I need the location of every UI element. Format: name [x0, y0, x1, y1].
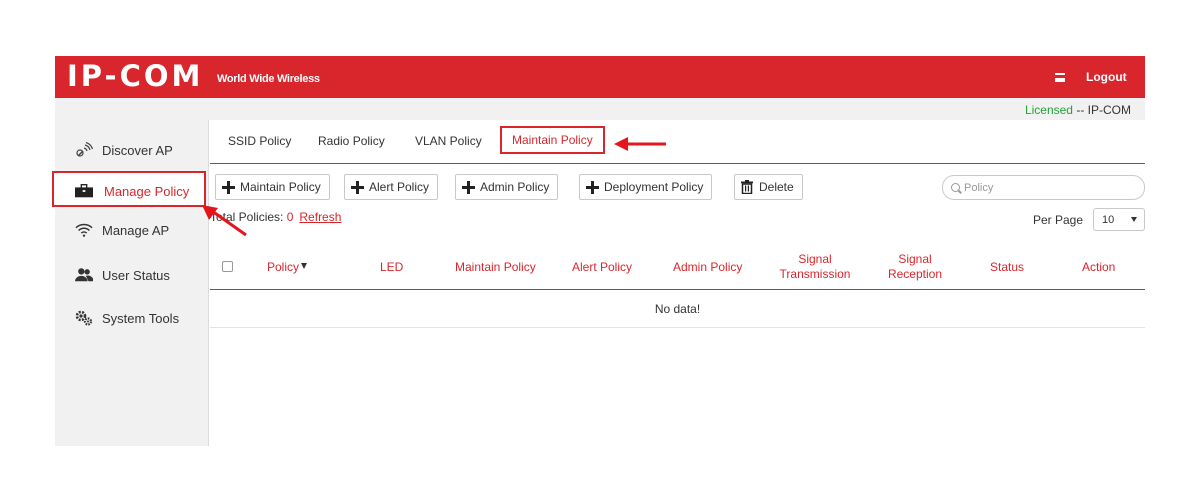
button-label: Deployment Policy — [604, 180, 704, 194]
logout-link[interactable]: Logout — [1086, 70, 1127, 84]
column-header-signal-reception: Signal Reception — [887, 252, 943, 281]
license-info: Licensed -- IP-COM — [1025, 103, 1131, 117]
add-deployment-policy-button[interactable]: Deployment Policy — [579, 174, 713, 200]
annotation-arrow-sidebar — [202, 205, 247, 237]
tab-ssid-policy[interactable]: SSID Policy — [228, 134, 291, 148]
column-header-action: Action — [1082, 260, 1116, 274]
search-input[interactable] — [964, 181, 1124, 194]
briefcase-icon — [75, 183, 93, 199]
sort-down-icon — [301, 263, 308, 269]
gears-icon — [75, 310, 93, 326]
sidebar-item-manage-ap[interactable]: Manage AP — [55, 212, 209, 248]
column-header-admin-policy: Admin Policy — [673, 260, 743, 274]
plus-icon — [462, 180, 475, 194]
tab-vlan-policy[interactable]: VLAN Policy — [415, 134, 482, 148]
annotation-arrow-tab — [614, 137, 666, 151]
brand-logo: IP-COM — [67, 59, 204, 93]
select-all-checkbox[interactable] — [222, 261, 233, 272]
column-header-signal-transmission: Signal Transmission — [779, 252, 851, 281]
per-page-control: Per Page 10 — [1033, 208, 1145, 231]
no-data-text: No data! — [654, 302, 701, 316]
main-panel: SSID Policy Radio Policy VLAN Policy Mai… — [210, 120, 1145, 446]
sidebar-item-manage-policy[interactable]: Manage Policy — [52, 171, 206, 207]
delete-button[interactable]: Delete — [734, 174, 803, 200]
column-header-alert-policy: Alert Policy — [572, 260, 633, 274]
per-page-select[interactable]: 10 — [1093, 208, 1145, 231]
app-window: IP-COM World Wide Wireless Logout Licens… — [52, 56, 1145, 446]
wifi-icon — [75, 222, 93, 238]
chevron-down-icon — [1131, 217, 1137, 222]
per-page-label: Per Page — [1032, 212, 1083, 227]
button-label: Delete — [759, 180, 794, 194]
search-icon — [951, 183, 960, 192]
top-header: IP-COM World Wide Wireless Logout — [55, 56, 1145, 98]
license-vendor: IP-COM — [1087, 103, 1131, 117]
toolbar: Maintain Policy Alert Policy Admin Polic… — [210, 174, 1145, 200]
tab-radio-policy[interactable]: Radio Policy — [318, 134, 385, 148]
brand-slogan: World Wide Wireless — [217, 73, 320, 85]
sidebar-item-label: System Tools — [102, 311, 180, 326]
button-label: Alert Policy — [369, 180, 430, 194]
sidebar-item-system-tools[interactable]: System Tools — [55, 300, 209, 336]
column-header-led: LED — [380, 260, 404, 274]
total-policies-count: 0 — [286, 210, 294, 224]
sidebar-item-label: User Status — [102, 268, 170, 283]
sidebar-item-label: Discover AP — [102, 143, 173, 158]
plus-icon — [586, 180, 599, 194]
sidebar-item-discover-ap[interactable]: Discover AP — [55, 132, 209, 168]
column-header-policy[interactable]: Policy — [267, 260, 308, 275]
add-alert-policy-button[interactable]: Alert Policy — [344, 174, 439, 200]
menu-icon[interactable] — [1055, 73, 1065, 82]
sidebar-item-label: Manage Policy — [104, 184, 190, 199]
sidebar-item-user-status[interactable]: User Status — [55, 257, 209, 293]
license-separator: -- — [1072, 103, 1088, 117]
refresh-link[interactable]: Refresh — [299, 210, 341, 224]
discover-ap-icon — [75, 142, 93, 158]
license-status: Licensed — [1024, 103, 1073, 117]
column-header-status: Status — [990, 260, 1025, 274]
add-admin-policy-button[interactable]: Admin Policy — [455, 174, 559, 200]
trash-icon — [741, 180, 753, 194]
tab-maintain-policy[interactable]: Maintain Policy — [500, 126, 605, 154]
button-label: Maintain Policy — [240, 180, 321, 194]
add-maintain-policy-button[interactable]: Maintain Policy — [215, 174, 330, 200]
per-page-value: 10 — [1102, 213, 1115, 226]
policy-tabs: SSID Policy Radio Policy VLAN Policy Mai… — [210, 120, 1145, 164]
plus-icon — [351, 180, 364, 194]
sidebar: Discover AP Manage Policy Manage AP User… — [52, 120, 209, 446]
table-empty-row: No data! — [210, 290, 1145, 328]
table-header: Policy LED Maintain Policy Alert Policy … — [210, 244, 1145, 290]
license-bar: Licensed -- IP-COM — [55, 98, 1145, 120]
users-icon — [75, 267, 93, 283]
plus-icon — [222, 180, 235, 194]
sidebar-item-label: Manage AP — [102, 223, 170, 238]
search-box[interactable] — [942, 175, 1145, 200]
column-header-maintain-policy: Maintain Policy — [455, 260, 536, 274]
button-label: Admin Policy — [480, 180, 550, 194]
